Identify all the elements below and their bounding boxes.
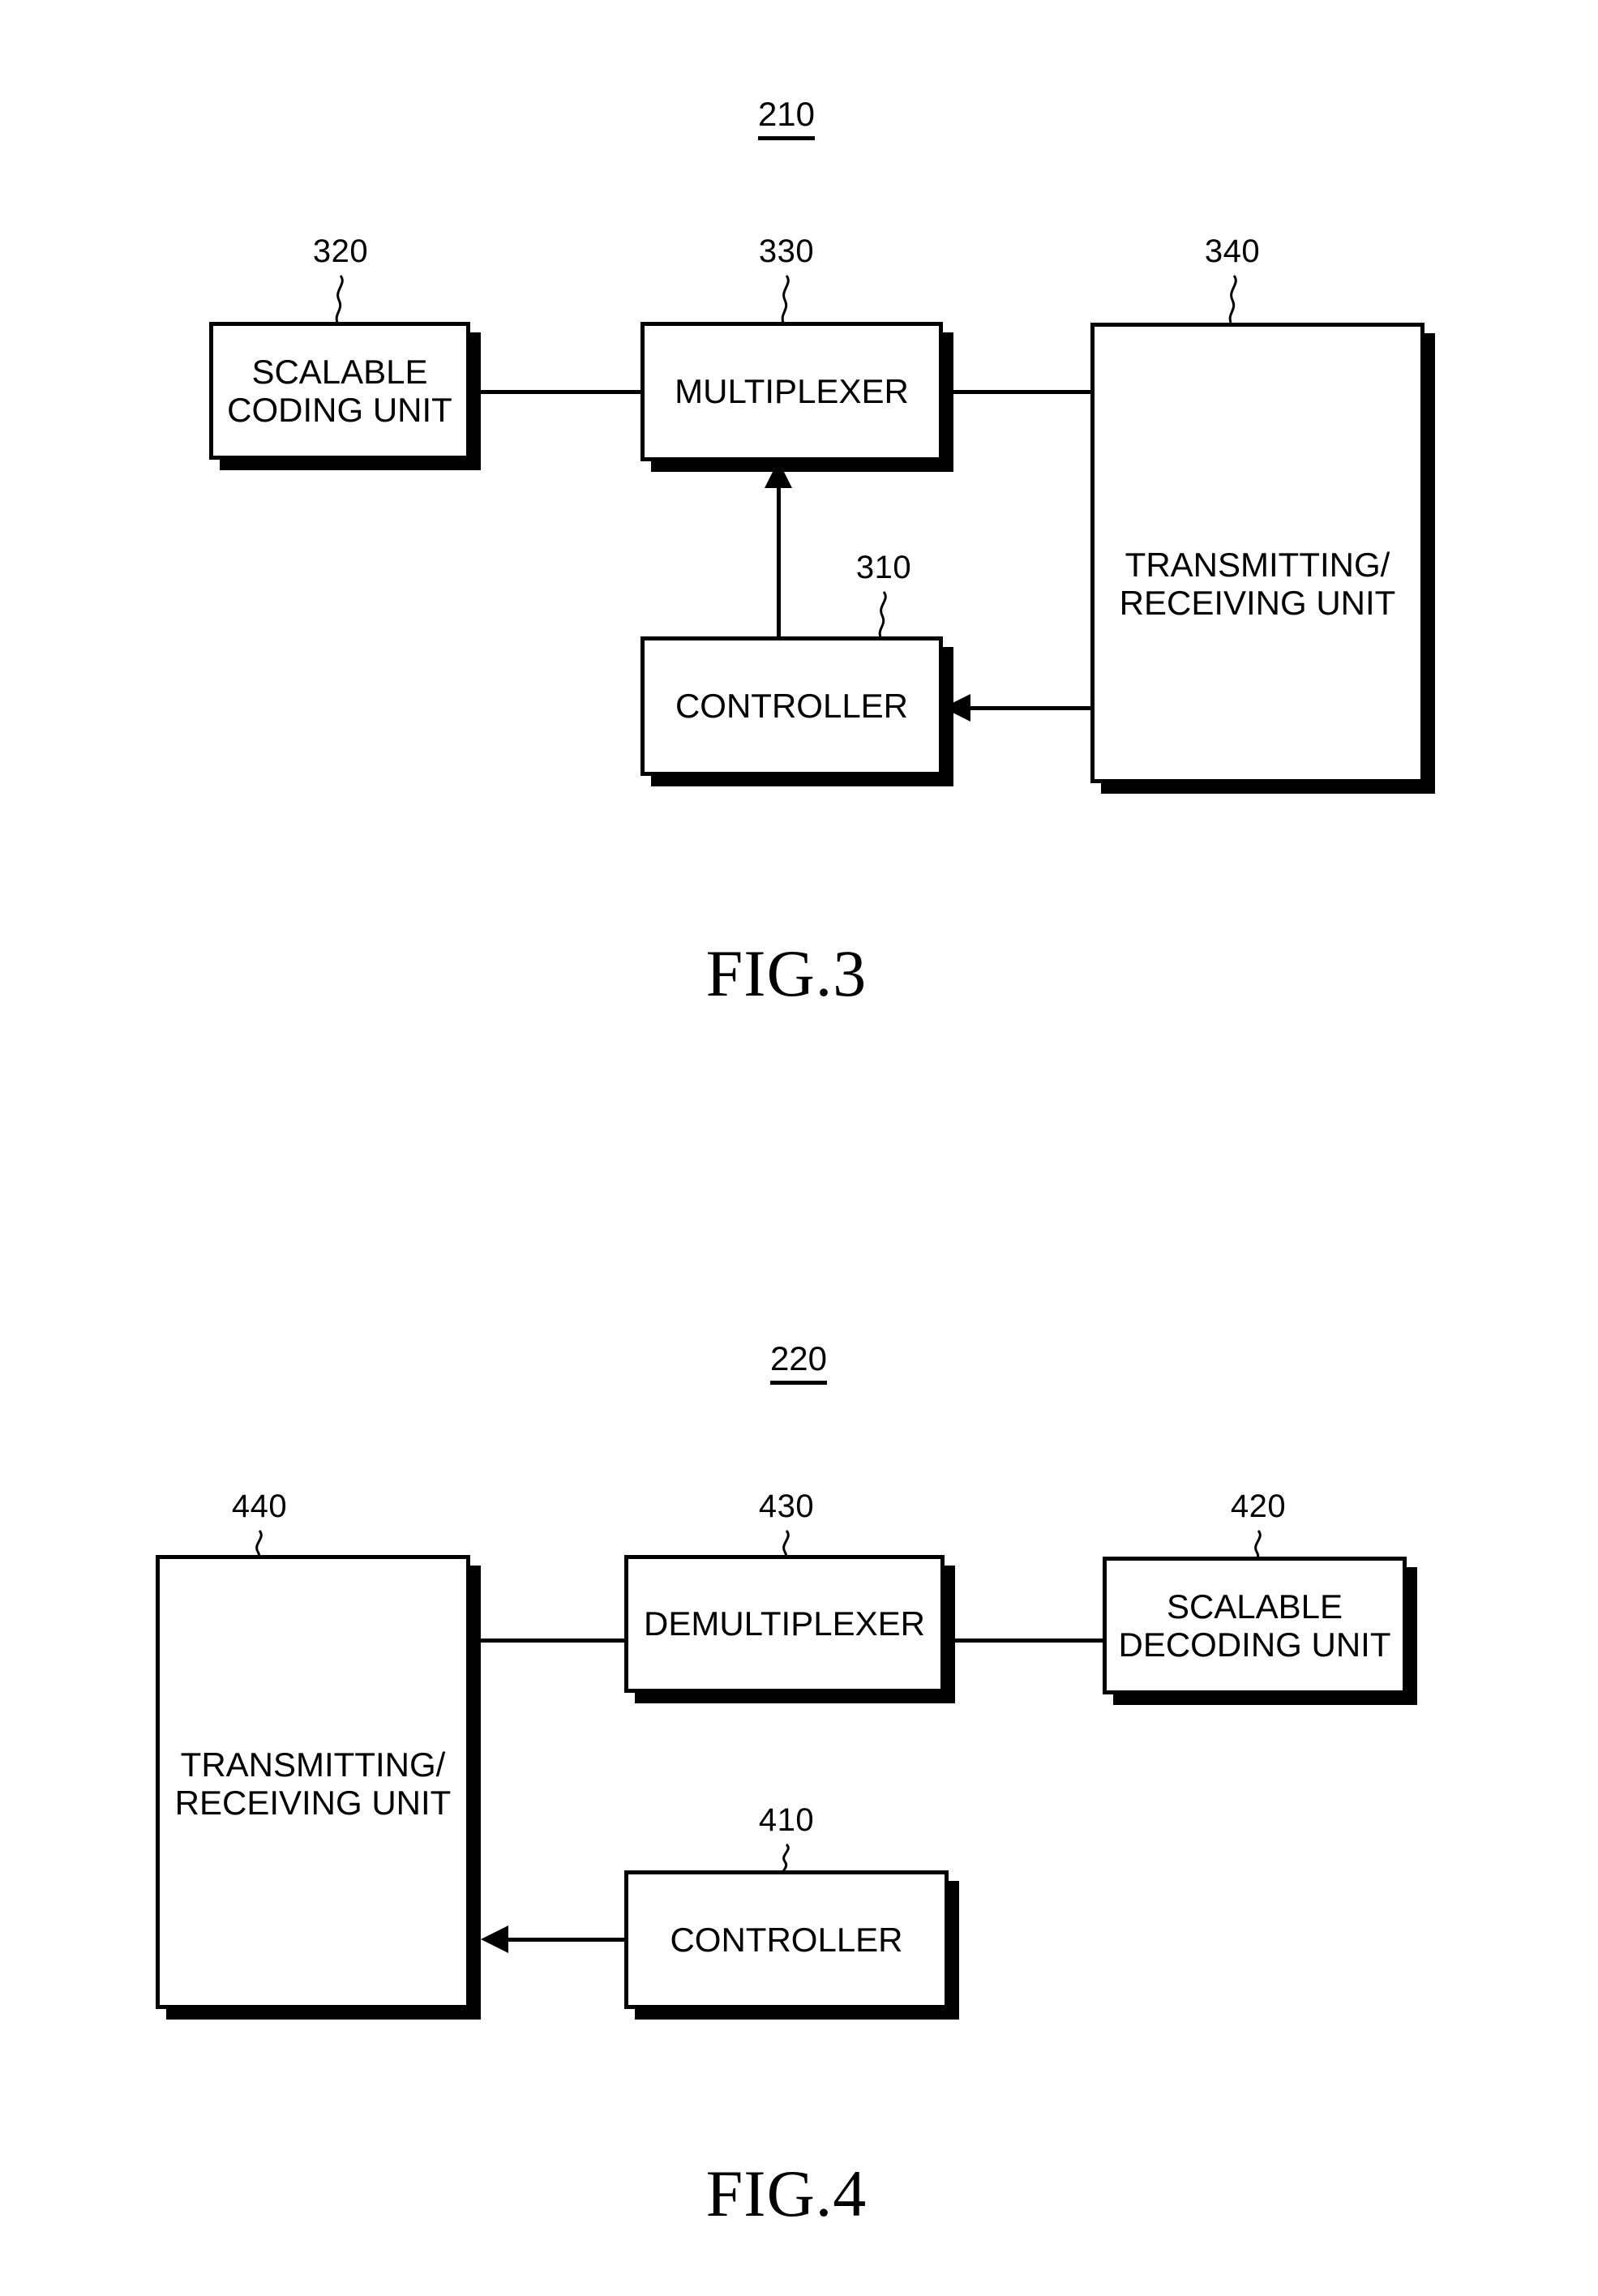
block-scalable-coding-unit-label: SCALABLE CODING UNIT xyxy=(227,352,452,429)
arrowhead-controller-to-mux xyxy=(765,460,792,488)
connector-demux-to-decoding xyxy=(955,1638,1127,1643)
ref-numeral-320: 320 xyxy=(312,233,369,269)
ref-numeral-440: 440 xyxy=(231,1489,288,1524)
block-multiplexer[interactable]: MULTIPLEXER xyxy=(640,322,943,461)
block-transmitting-receiving-unit-fig3[interactable]: TRANSMITTING/ RECEIVING UNIT xyxy=(1090,323,1424,783)
ref-numeral-410: 410 xyxy=(758,1802,815,1838)
block-transmitting-receiving-unit-fig3-label: TRANSMITTING/ RECEIVING UNIT xyxy=(1119,546,1396,623)
block-transmitting-receiving-unit-fig4[interactable]: TRANSMITTING/ RECEIVING UNIT xyxy=(156,1555,470,2009)
block-multiplexer-label: MULTIPLEXER xyxy=(675,372,909,411)
group-numeral-220: 220 xyxy=(718,1342,880,1385)
connector-transceiver-to-controller xyxy=(965,706,1093,710)
ref-numeral-420: 420 xyxy=(1230,1489,1287,1524)
block-controller-fig4-label: CONTROLLER xyxy=(670,1920,903,1959)
block-demultiplexer[interactable]: DEMULTIPLEXER xyxy=(624,1555,945,1693)
group-numeral-210: 210 xyxy=(705,97,868,140)
arrowhead-controller-to-transceiver xyxy=(481,1925,508,1953)
block-transmitting-receiving-unit-fig4-label: TRANSMITTING/ RECEIVING UNIT xyxy=(174,1746,452,1823)
connector-controller-to-mux xyxy=(777,477,781,639)
block-controller-fig4[interactable]: CONTROLLER xyxy=(624,1870,949,2009)
figure-caption-fig4: FIG.4 xyxy=(705,2157,868,2230)
block-scalable-decoding-unit-label: SCALABLE DECODING UNIT xyxy=(1118,1587,1391,1664)
leader-line-310 xyxy=(872,591,897,638)
group-numeral-210-text: 210 xyxy=(757,97,816,140)
arrowhead-transceiver-to-controller xyxy=(943,694,970,722)
block-controller-fig3-label: CONTROLLER xyxy=(675,687,909,726)
block-controller-fig3[interactable]: CONTROLLER xyxy=(640,636,943,776)
patent-drawing-sheet: 210 320 330 340 310 SCALABLE CODING UNIT… xyxy=(0,0,1598,2296)
figure-caption-fig3: FIG.3 xyxy=(705,936,868,1010)
leader-line-320 xyxy=(329,275,353,323)
connector-controller-to-transceiver xyxy=(503,1938,626,1942)
ref-numeral-310: 310 xyxy=(855,550,912,585)
group-numeral-220-text: 220 xyxy=(769,1342,828,1385)
leader-line-330 xyxy=(775,275,799,323)
leader-line-340 xyxy=(1223,275,1247,323)
block-demultiplexer-label: DEMULTIPLEXER xyxy=(644,1604,925,1643)
ref-numeral-330: 330 xyxy=(758,233,815,269)
connector-coding-to-mux xyxy=(470,390,665,394)
block-scalable-decoding-unit[interactable]: SCALABLE DECODING UNIT xyxy=(1103,1557,1407,1694)
connector-transceiver-to-demux xyxy=(470,1638,649,1643)
ref-numeral-340: 340 xyxy=(1204,233,1261,269)
ref-numeral-430: 430 xyxy=(758,1489,815,1524)
block-scalable-coding-unit[interactable]: SCALABLE CODING UNIT xyxy=(209,322,470,460)
